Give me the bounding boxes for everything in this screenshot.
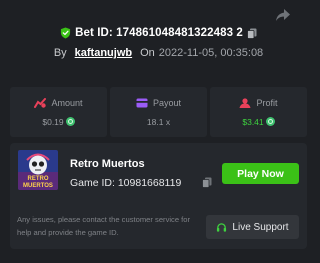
stat-payout: Payout 18.1 x: [110, 87, 207, 137]
bet-stats: Amount $0.19 Payout 18.1 x Profit $3.41: [10, 87, 307, 137]
stat-amount-label: Amount: [51, 97, 83, 108]
stat-profit-value: $3.41: [242, 116, 264, 127]
share-icon[interactable]: [275, 7, 291, 23]
bet-id-row: Bet ID: 174861048481322483 2: [0, 27, 317, 39]
stat-payout-value: 18.1 x: [146, 116, 171, 127]
stat-profit: Profit $3.41: [210, 87, 307, 137]
svg-text:MUERTOS: MUERTOS: [23, 183, 53, 189]
bet-meta-row: By kaftanujwb On 2022-11-05, 00:35:08: [0, 47, 317, 59]
svg-text:RETRO: RETRO: [28, 176, 49, 182]
stat-payout-label: Payout: [152, 97, 182, 108]
headset-icon: [217, 222, 227, 232]
verified-shield-icon: [61, 27, 71, 39]
coin-icon: [65, 117, 75, 126]
username-link[interactable]: kaftanujwb: [75, 47, 132, 59]
stat-amount-value: $0.19: [42, 116, 64, 127]
live-support-label: Live Support: [232, 221, 289, 233]
card-icon: [136, 98, 148, 107]
live-support-button[interactable]: Live Support: [206, 215, 299, 239]
copy-bet-id-icon[interactable]: [246, 28, 257, 39]
by-label: By: [53, 47, 67, 59]
copy-game-id-icon[interactable]: [202, 177, 212, 188]
game-title: Retro Muertos: [70, 158, 145, 170]
play-now-button[interactable]: Play Now: [222, 163, 299, 184]
bet-id: Bet ID: 174861048481322483 2: [75, 27, 243, 39]
game-id: Game ID: 10981668119: [70, 177, 182, 189]
game-card: RETRO MUERTOS Retro Muertos Game ID: 109…: [10, 143, 307, 249]
stat-profit-label: Profit: [256, 97, 278, 108]
bet-date: 2022-11-05, 00:35:08: [158, 47, 264, 59]
stat-amount: Amount $0.19: [10, 87, 107, 137]
on-label: On: [140, 47, 155, 59]
game-thumbnail[interactable]: RETRO MUERTOS: [18, 150, 58, 190]
support-message: Any issues, please contact the customer …: [17, 215, 191, 237]
money-icon: [34, 97, 47, 108]
profit-icon: [239, 97, 251, 108]
coin-icon: [265, 117, 275, 126]
